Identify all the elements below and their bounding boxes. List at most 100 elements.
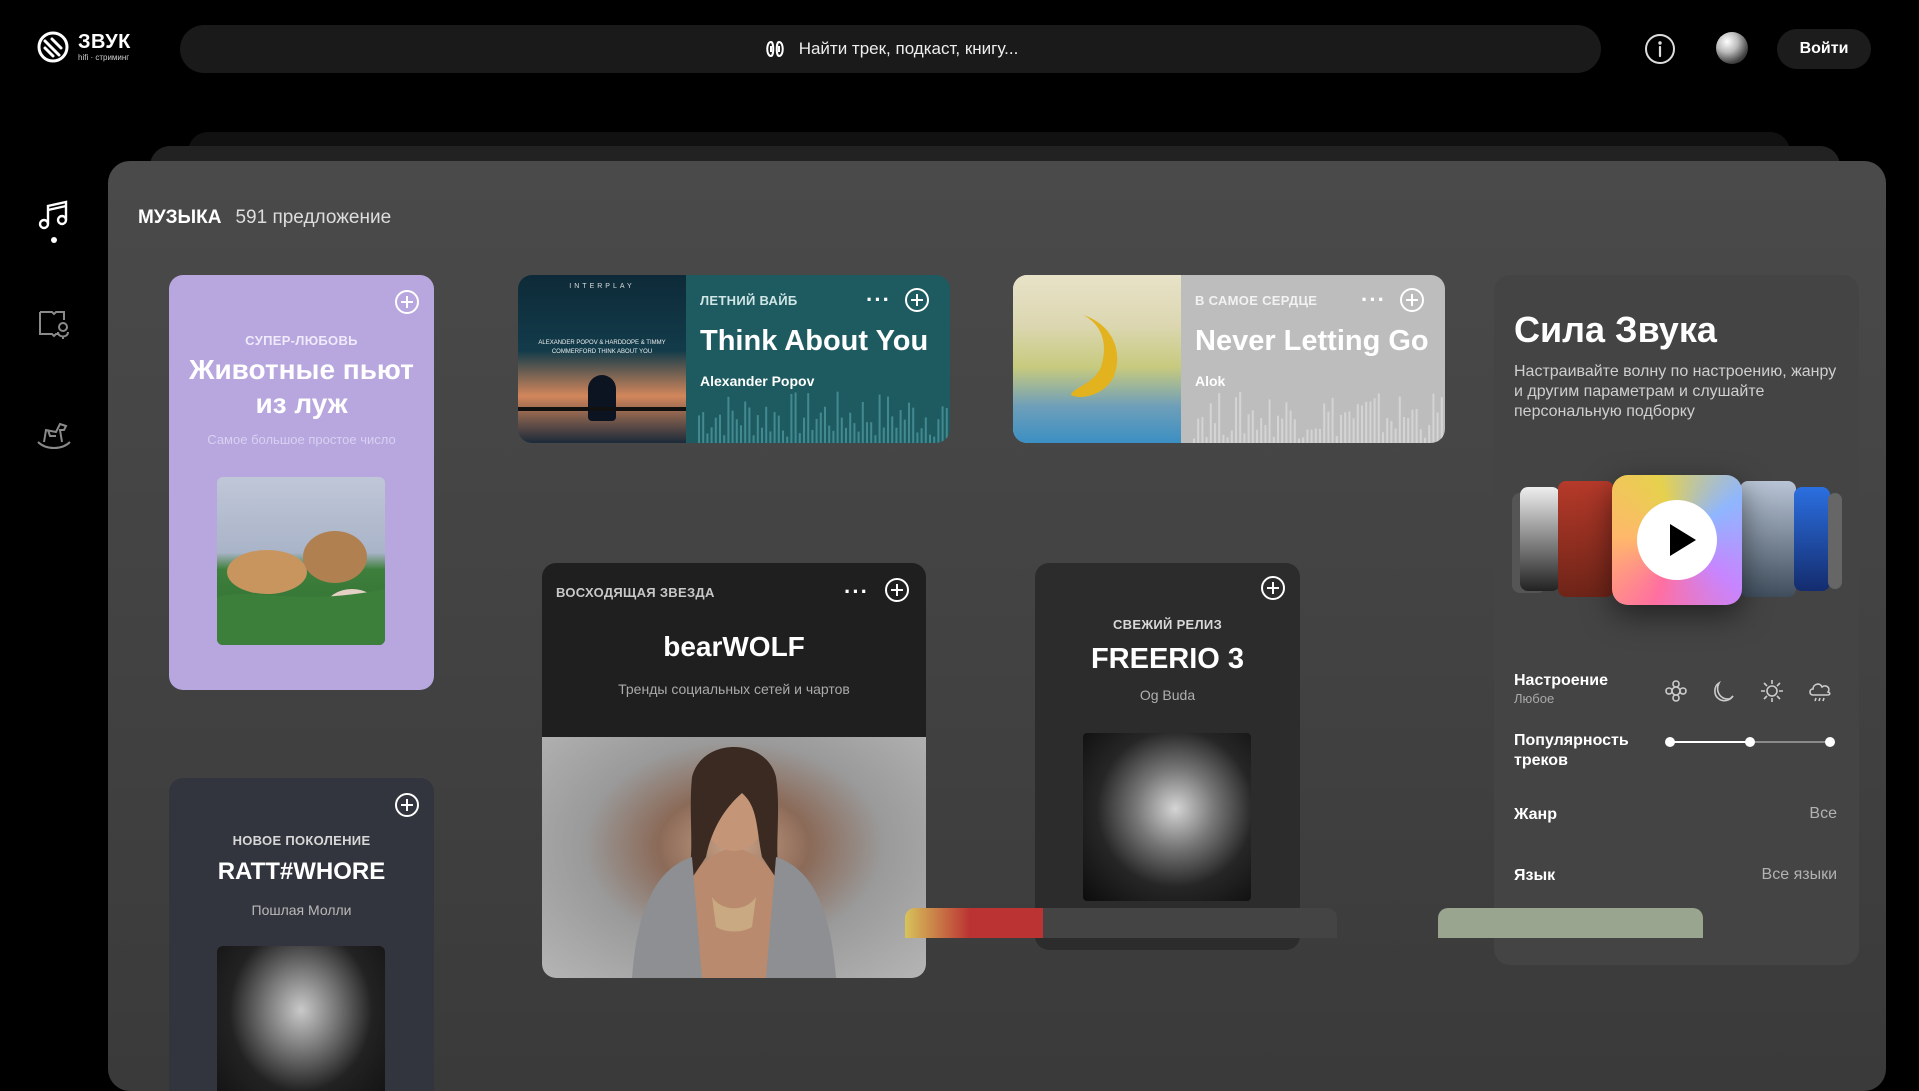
slider-knob-high[interactable] — [1825, 737, 1835, 747]
card-subtitle: Пошлая Молли — [251, 902, 352, 918]
waveform-bar — [769, 431, 772, 443]
waveform-bar — [908, 402, 910, 443]
sound-wave-panel[interactable]: Сила Звука Настраивайте волну по настрое… — [1494, 275, 1859, 965]
waveform-bar — [1319, 428, 1321, 443]
genre-value[interactable]: Все — [1809, 805, 1837, 823]
more-options-icon[interactable]: ··· — [866, 289, 891, 311]
podcast-book-icon[interactable] — [36, 306, 72, 342]
waveform-bar — [744, 401, 747, 443]
waveform-bar — [740, 425, 742, 443]
slider-fill — [1670, 741, 1750, 743]
add-icon[interactable] — [394, 289, 420, 315]
moon-icon[interactable] — [1710, 677, 1738, 705]
waveform-bar — [1247, 414, 1250, 443]
wave-panel-title: Сила Звука — [1514, 309, 1717, 350]
search-bar[interactable]: Найти трек, подкаст, книгу... — [180, 25, 1601, 73]
music-note-icon[interactable] — [36, 198, 72, 234]
waveform-bar — [698, 415, 700, 443]
kids-rocking-horse-icon[interactable] — [36, 416, 72, 452]
collage-tile — [1794, 487, 1830, 591]
card-peek[interactable] — [1438, 908, 1703, 938]
waveform-bar — [702, 412, 705, 443]
waveform-bar — [874, 435, 877, 443]
waveform-bar — [853, 423, 856, 443]
add-icon[interactable] — [394, 792, 420, 818]
popularity-label: Популярность треков — [1514, 732, 1629, 769]
card-to-the-heart[interactable]: В САМОЕ СЕРДЦЕ ··· Never Letting Go Alok — [1013, 275, 1445, 443]
card-rising-star[interactable]: ВОСХОДЯЩАЯ ЗВЕЗДА ··· bearWOLF Тренды со… — [542, 563, 926, 978]
waveform-bar — [1415, 408, 1418, 443]
card-super-love[interactable]: СУПЕР-ЛЮБОВЬ Животные пьют из луж Самое … — [169, 275, 434, 690]
popularity-slider[interactable] — [1665, 737, 1835, 747]
card-summer-vibe[interactable]: INTERPLAY ALEXANDER POPOV & HARDDOPE & T… — [518, 275, 950, 443]
card-kicker: СВЕЖИЙ РЕЛИЗ — [1112, 617, 1223, 632]
card-peek[interactable] — [905, 908, 1337, 938]
waveform-bar — [866, 422, 868, 443]
wave-play-tile[interactable] — [1612, 475, 1742, 605]
language-value[interactable]: Все языки — [1762, 866, 1837, 884]
waveform-bar — [765, 406, 768, 443]
waveform-bar — [1373, 398, 1376, 443]
waveform-bar — [1197, 418, 1200, 443]
play-button[interactable] — [1637, 500, 1717, 580]
card-kicker: НОВОЕ ПОКОЛЕНИЕ — [232, 833, 371, 848]
more-options-icon[interactable]: ··· — [1361, 289, 1386, 311]
waveform-bar — [1251, 410, 1254, 443]
waveform-bar — [1214, 423, 1216, 443]
add-icon[interactable] — [1399, 287, 1425, 313]
waveform-bar — [1407, 418, 1410, 443]
login-button[interactable]: Войти — [1777, 29, 1871, 69]
waveform-bar — [1424, 437, 1426, 443]
waveform-bar — [916, 432, 919, 443]
search-placeholder: Найти трек, подкаст, книгу... — [798, 39, 1019, 58]
logo[interactable]: ЗВУК hifi · стриминг — [36, 30, 131, 64]
add-icon[interactable] — [884, 577, 910, 603]
album-cover — [1013, 275, 1181, 443]
waveform-bar — [1239, 391, 1242, 443]
card-new-generation[interactable]: НОВОЕ ПОКОЛЕНИЕ RATT#WHORE Пошлая Молли — [169, 778, 434, 1091]
waveform-bar — [1302, 437, 1305, 443]
sun-icon[interactable] — [1758, 677, 1786, 705]
waveform-bar — [1356, 404, 1359, 443]
waveform-bar — [1348, 411, 1351, 443]
card-kicker: ЛЕТНИЙ ВАЙБ — [700, 293, 798, 308]
waveform-bar — [845, 427, 847, 443]
info-icon[interactable] — [1643, 32, 1677, 66]
popularity-row[interactable]: Популярность треков — [1514, 731, 1837, 771]
waveform-bar — [773, 412, 776, 443]
waveform-bar — [756, 415, 759, 443]
card-kicker: СУПЕР-ЛЮБОВЬ — [245, 333, 358, 348]
slider-knob-mid[interactable] — [1745, 737, 1755, 747]
waveform-bar — [937, 419, 940, 443]
waveform — [1193, 391, 1443, 443]
add-icon[interactable] — [904, 287, 930, 313]
cover-collage — [1512, 475, 1842, 615]
card-kicker: ВОСХОДЯЩАЯ ЗВЕЗДА — [556, 585, 715, 600]
top-bar: ЗВУК hifi · стриминг Найти трек, подкаст… — [0, 0, 1919, 100]
add-icon[interactable] — [1260, 575, 1286, 601]
waveform-bar — [1306, 429, 1309, 443]
waveform-bar — [870, 422, 873, 443]
waveform-bar — [1298, 438, 1300, 443]
waveform-bar — [1377, 393, 1380, 443]
language-row[interactable]: Язык Все языки — [1514, 866, 1837, 886]
genre-row[interactable]: Жанр Все — [1514, 805, 1837, 825]
logo-name: ЗВУК — [78, 31, 131, 53]
waveform-bar — [1218, 393, 1221, 443]
waveform-bar — [1365, 401, 1368, 443]
mood-row[interactable]: Настроение Любое — [1514, 671, 1837, 706]
waveform-bar — [895, 427, 898, 443]
waveform-bar — [878, 394, 881, 443]
card-fresh-release[interactable]: СВЕЖИЙ РЕЛИЗ FREERIO 3 Og Buda — [1035, 563, 1300, 950]
waveform-bar — [1201, 417, 1204, 443]
waveform-bar — [777, 415, 780, 443]
more-options-icon[interactable]: ··· — [844, 581, 869, 603]
cloud-rain-icon[interactable] — [1806, 677, 1834, 705]
waveform-bar — [761, 427, 763, 443]
waveform-bar — [1335, 435, 1338, 443]
theme-toggle-button[interactable] — [1716, 32, 1748, 64]
waveform-bar — [1272, 436, 1275, 443]
slider-knob-low[interactable] — [1665, 737, 1675, 747]
flower-icon[interactable] — [1662, 677, 1690, 705]
waveform-bar — [1344, 412, 1347, 443]
